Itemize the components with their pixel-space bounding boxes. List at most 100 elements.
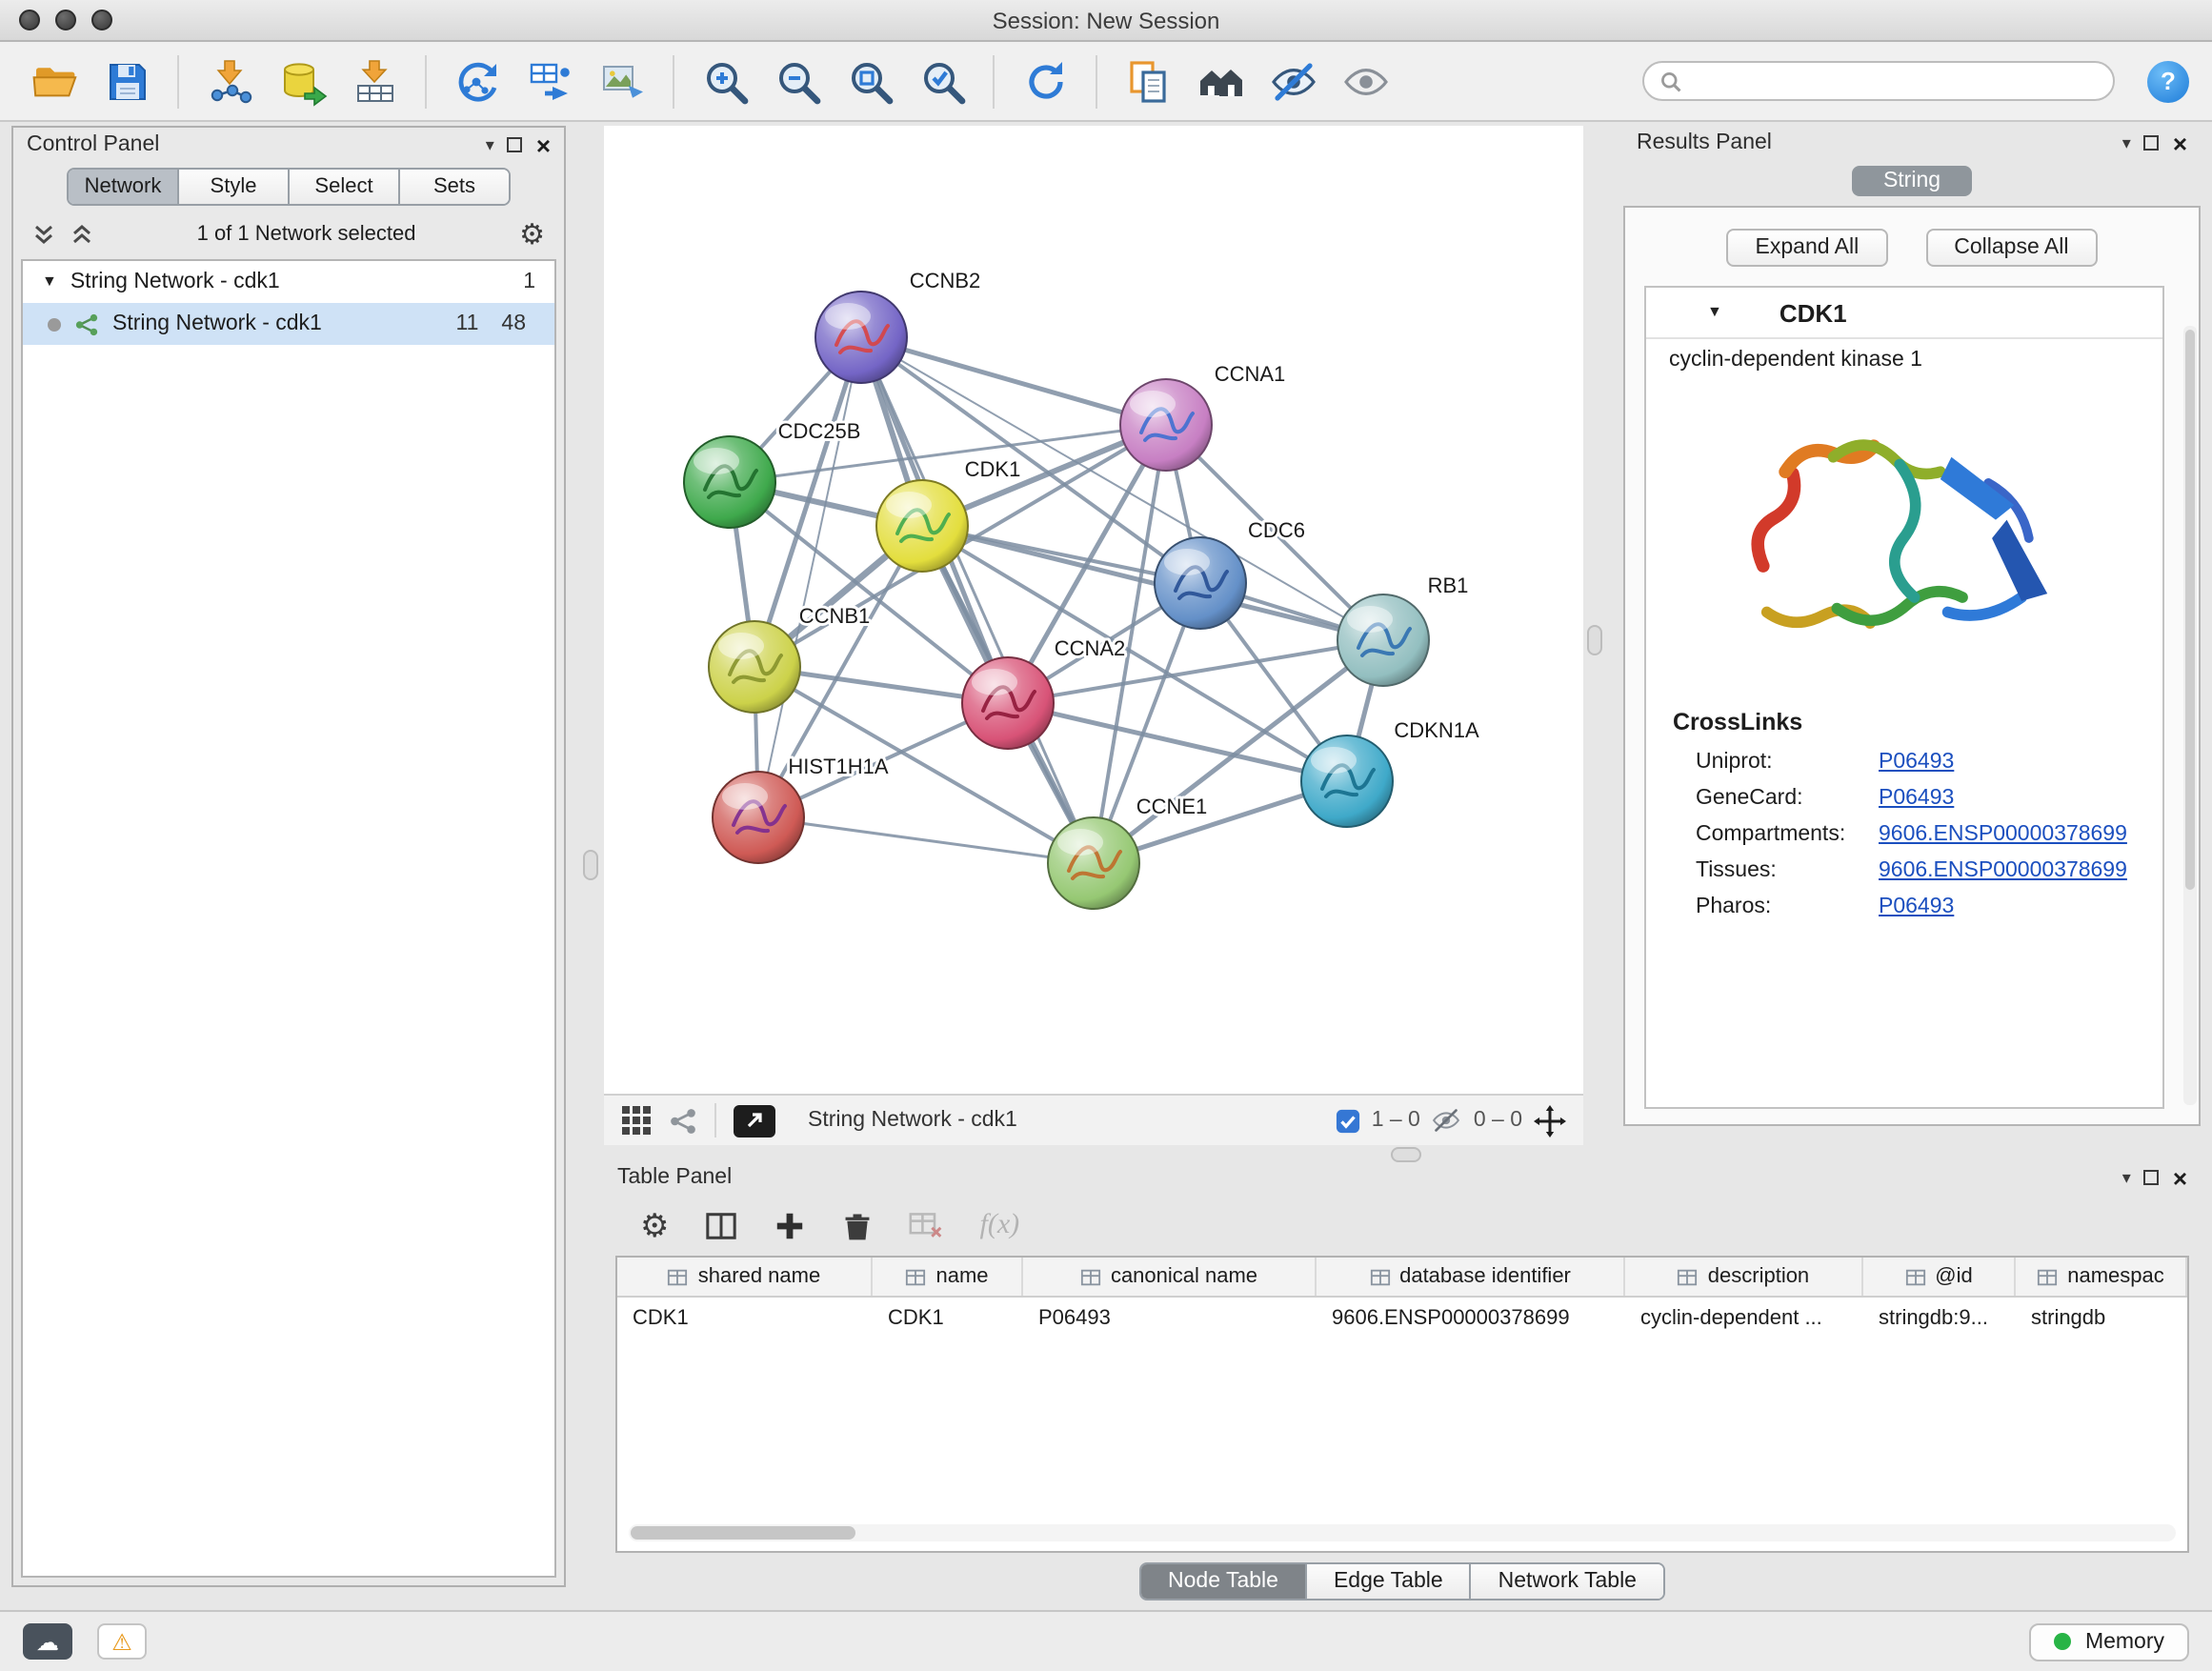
hidden-eye-slash-icon[interactable]: [1432, 1105, 1462, 1136]
crosslink-value-link[interactable]: P06493: [1879, 787, 1954, 810]
network-glyph-icon[interactable]: [669, 1106, 697, 1135]
show-all-button[interactable]: [1334, 49, 1397, 113]
panel-menu-icon[interactable]: ▾: [2122, 1169, 2131, 1186]
hide-selected-button[interactable]: [1261, 49, 1324, 113]
zoom-in-button[interactable]: [694, 49, 756, 113]
network-node-CDK1[interactable]: CDK1: [876, 457, 1020, 572]
network-node-CDKN1A[interactable]: CDKN1A: [1301, 718, 1479, 827]
birdseye-view-button[interactable]: [1189, 49, 1252, 113]
add-column-icon[interactable]: [774, 1210, 807, 1242]
column-header-database-identifier[interactable]: database identifier: [1317, 1258, 1625, 1296]
table-import-icon: [350, 56, 399, 106]
tab-network-table[interactable]: Network Table: [1472, 1564, 1663, 1599]
copy-document-button[interactable]: [1116, 49, 1179, 113]
zoom-in-icon: [700, 56, 750, 106]
network-canvas[interactable]: CCNB2CCNA1CDC25BCDK1CDC6RB1CCNB1CCNA2CDK…: [604, 126, 1583, 1094]
save-session-button[interactable]: [95, 49, 158, 113]
panel-float-icon[interactable]: [508, 137, 523, 152]
column-header-canonical-name[interactable]: canonical name: [1023, 1258, 1317, 1296]
panel-float-icon[interactable]: [2144, 135, 2160, 151]
help-button[interactable]: ?: [2147, 60, 2189, 102]
collapse-networks-icon[interactable]: [32, 223, 55, 246]
tab-string[interactable]: String: [1853, 166, 1971, 196]
collapse-all-button[interactable]: Collapse All: [1925, 229, 2097, 267]
panel-menu-icon[interactable]: ▾: [486, 136, 494, 153]
window-minimize-button[interactable]: [55, 10, 76, 30]
network-node-HIST1H1A[interactable]: HIST1H1A: [713, 755, 889, 863]
network-node-CCNA1[interactable]: CCNA1: [1120, 362, 1285, 471]
panel-float-icon[interactable]: [2144, 1170, 2160, 1185]
table-row[interactable]: CDK1CDK1P064939606.ENSP00000378699cyclin…: [617, 1298, 2187, 1339]
import-network-database-button[interactable]: [271, 49, 333, 113]
tab-edge-table[interactable]: Edge Table: [1307, 1564, 1472, 1599]
search-box[interactable]: [1642, 61, 2115, 101]
cloud-status-button[interactable]: ☁: [23, 1623, 72, 1660]
scrollbar-thumb[interactable]: [631, 1526, 855, 1540]
network-row-selected[interactable]: String Network - cdk1 11 48: [23, 303, 554, 345]
table-horizontal-scrollbar[interactable]: [629, 1524, 2176, 1541]
node-table[interactable]: shared namenamecanonical namedatabase id…: [615, 1256, 2189, 1553]
column-header-shared-name[interactable]: shared name: [617, 1258, 873, 1296]
results-scrollbar[interactable]: [2183, 326, 2197, 1105]
expand-all-button[interactable]: Expand All: [1727, 229, 1888, 267]
zoom-fit-button[interactable]: [838, 49, 901, 113]
tab-sets[interactable]: Sets: [400, 170, 509, 204]
splitter-grip-left[interactable]: [583, 850, 598, 880]
import-table-button[interactable]: [343, 49, 406, 113]
warnings-button[interactable]: ⚠: [97, 1623, 147, 1660]
network-node-CDC6[interactable]: CDC6: [1155, 518, 1305, 629]
panel-close-icon[interactable]: ×: [2173, 131, 2187, 155]
network-options-gear-icon[interactable]: ⚙: [519, 220, 545, 249]
pan-crosshair-icon[interactable]: [1534, 1104, 1566, 1137]
tab-node-table[interactable]: Node Table: [1141, 1564, 1307, 1599]
network-view[interactable]: CCNB2CCNA1CDC25BCDK1CDC6RB1CCNB1CCNA2CDK…: [604, 126, 1583, 1094]
selected-checkbox-icon[interactable]: [1336, 1108, 1360, 1133]
network-edge[interactable]: [758, 817, 1094, 863]
window-zoom-button[interactable]: [91, 10, 112, 30]
refresh-view-button[interactable]: [1014, 49, 1076, 113]
memory-button[interactable]: Memory: [2030, 1622, 2189, 1661]
tab-network[interactable]: Network: [69, 170, 179, 204]
zoom-selected-button[interactable]: [911, 49, 974, 113]
crosslink-value-link[interactable]: P06493: [1879, 751, 1954, 774]
column-header--id[interactable]: @id: [1863, 1258, 2016, 1296]
panel-close-icon[interactable]: ×: [2173, 1165, 2187, 1190]
network-collection-row[interactable]: ▼ String Network - cdk1 1: [23, 261, 554, 303]
delete-column-icon[interactable]: [843, 1211, 874, 1241]
window-close-button[interactable]: [19, 10, 40, 30]
control-panel: Control Panel ▾ × NetworkStyleSelectSets…: [11, 126, 566, 1587]
collection-expand-icon[interactable]: ▼: [42, 274, 57, 290]
export-image-button[interactable]: [591, 49, 654, 113]
splitter-grip-bottom[interactable]: [1391, 1147, 1421, 1162]
column-header-namespac[interactable]: namespac: [2016, 1258, 2187, 1296]
tab-style[interactable]: Style: [179, 170, 290, 204]
network-edge[interactable]: [922, 526, 1383, 640]
new-network-button[interactable]: [446, 49, 509, 113]
column-header-name[interactable]: name: [873, 1258, 1023, 1296]
grid-view-icon[interactable]: [621, 1105, 652, 1136]
protein-card-header[interactable]: ▼ CDK1: [1646, 288, 2162, 339]
column-header-description[interactable]: description: [1625, 1258, 1863, 1296]
expand-networks-icon[interactable]: [70, 223, 93, 246]
network-edge[interactable]: [861, 337, 1166, 425]
table-settings-gear-icon[interactable]: ⚙: [640, 1210, 670, 1242]
crosslink-value-link[interactable]: 9606.ENSP00000378699: [1879, 823, 2127, 846]
network-edge[interactable]: [758, 337, 861, 817]
panel-menu-icon[interactable]: ▾: [2122, 134, 2131, 151]
scrollbar-thumb[interactable]: [2185, 330, 2195, 891]
panel-close-icon[interactable]: ×: [536, 132, 551, 157]
splitter-grip-right[interactable]: [1587, 625, 1602, 655]
search-input[interactable]: [1692, 70, 2098, 92]
show-columns-icon[interactable]: [706, 1210, 738, 1242]
crosslink-value-link[interactable]: 9606.ENSP00000378699: [1879, 859, 2127, 882]
protein-collapse-icon[interactable]: ▼: [1707, 305, 1722, 320]
new-network-from-table-button[interactable]: [518, 49, 581, 113]
crosslink-value-link[interactable]: P06493: [1879, 896, 1954, 918]
import-network-file-button[interactable]: [198, 49, 261, 113]
open-session-button[interactable]: [23, 49, 86, 113]
detach-view-button[interactable]: [734, 1104, 775, 1137]
zoom-out-button[interactable]: [766, 49, 829, 113]
tab-select[interactable]: Select: [290, 170, 400, 204]
network-edge[interactable]: [861, 337, 1094, 863]
network-node-RB1[interactable]: RB1: [1337, 574, 1468, 686]
